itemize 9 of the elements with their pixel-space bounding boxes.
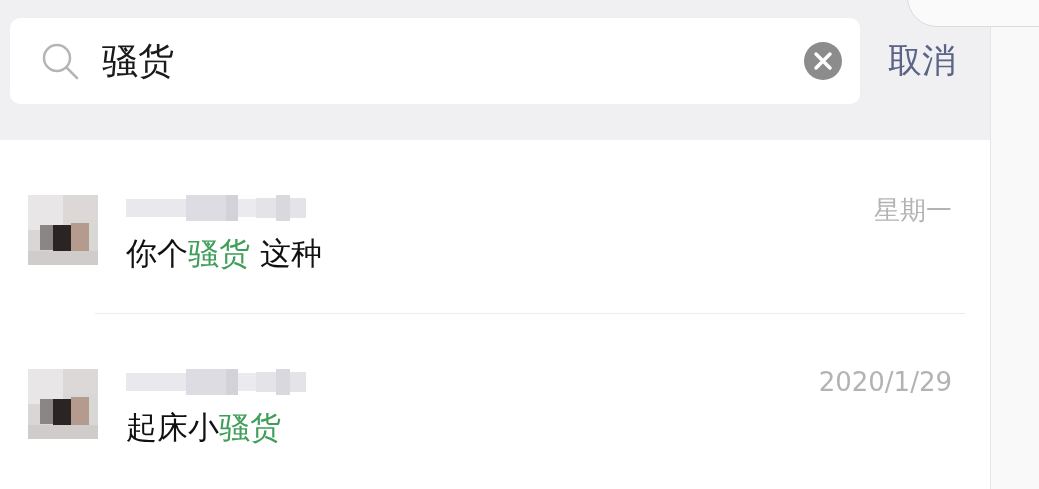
message-time: 2020/1/29 bbox=[818, 367, 952, 397]
search-text: 骚货 bbox=[102, 38, 175, 83]
search-field[interactable]: 骚货 bbox=[10, 18, 860, 104]
message-preview: 你个骚货 这种 bbox=[126, 234, 323, 273]
search-icon bbox=[40, 41, 80, 81]
message-preview: 起床小骚货 bbox=[126, 408, 282, 447]
clear-icon[interactable] bbox=[804, 42, 842, 80]
cancel-button[interactable]: 取消 bbox=[888, 18, 956, 104]
message-time: 星期一 bbox=[874, 194, 952, 227]
